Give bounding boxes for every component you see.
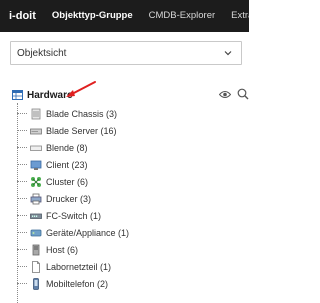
tree-item-label: Mobiltelefon (2)	[46, 278, 109, 289]
tree-item-drucker[interactable]: Drucker (3)	[17, 190, 237, 207]
tree-branch-line	[17, 198, 27, 199]
tree-item-label: Host (6)	[46, 244, 79, 255]
tree-item-label: Labornetzteil (1)	[46, 261, 112, 272]
tree-item-blade-chassis[interactable]: Blade Chassis (3)	[17, 105, 237, 122]
tree-item-label: Cluster (6)	[46, 176, 89, 187]
fc-switch-icon	[30, 213, 42, 219]
tree-item-cluster[interactable]: Cluster (6)	[17, 173, 237, 190]
tab-cmdb-explorer[interactable]: CMDB-Explorer	[149, 0, 216, 32]
tab-extras[interactable]: Extras	[231, 0, 249, 32]
client-icon	[30, 160, 42, 170]
tree-tools	[219, 87, 249, 103]
power-supply-icon	[32, 260, 40, 273]
tree-item-fc-switch[interactable]: FC-Switch (1)	[17, 207, 237, 224]
mobile-phone-icon	[33, 277, 39, 290]
tree-item-label: Geräte/Appliance (1)	[46, 227, 130, 238]
idoit-logo[interactable]: i-doit	[9, 0, 36, 32]
tree-item-mobiltelefon[interactable]: Mobiltelefon (2)	[17, 275, 237, 292]
eye-icon[interactable]	[219, 90, 231, 99]
tree-item-label: FC-Switch (1)	[46, 210, 102, 221]
tree-item-client[interactable]: Client (23)	[17, 156, 237, 173]
tree-item-label: Blade Chassis (3)	[46, 108, 118, 119]
appliance-icon	[30, 229, 42, 236]
search-icon[interactable]	[237, 88, 249, 100]
tree-branch-line	[17, 232, 27, 233]
printer-icon	[30, 193, 42, 204]
tree-branch-line	[17, 147, 27, 148]
cluster-icon	[31, 176, 41, 187]
chevron-down-icon	[224, 51, 232, 56]
tree-item-blende[interactable]: Blende (8)	[17, 139, 237, 156]
annotation-arrow	[66, 81, 96, 97]
tree-item-label: Blade Server (16)	[46, 125, 117, 136]
host-icon	[32, 244, 40, 255]
blade-server-icon	[30, 128, 42, 134]
tree-branch-line	[17, 130, 27, 131]
tree-item-label: Client (23)	[46, 159, 88, 170]
tree-branch-line	[17, 215, 27, 216]
table-icon	[12, 90, 23, 100]
tree-branch-line	[17, 283, 27, 284]
tree-branch-line	[17, 249, 27, 250]
tree-branch-line	[17, 266, 27, 267]
tree-item-label: Blende (8)	[46, 142, 88, 153]
tree-item-host[interactable]: Host (6)	[17, 241, 237, 258]
tree-branch-line	[17, 164, 27, 165]
top-navigation-bar: i-doit Objekttyp-Gruppe CMDB-Explorer Ex…	[0, 0, 249, 32]
tree-item-geraete-appliance[interactable]: Geräte/Appliance (1)	[17, 224, 237, 241]
tab-objekttyp-gruppe[interactable]: Objekttyp-Gruppe	[52, 0, 133, 32]
blade-chassis-icon	[31, 108, 41, 119]
tree-item-label: Drucker (3)	[46, 193, 92, 204]
view-select[interactable]: Objektsicht	[10, 41, 242, 65]
blende-icon	[30, 145, 42, 151]
tree-item-blade-server[interactable]: Blade Server (16)	[17, 122, 237, 139]
tree-item-labornetzteil[interactable]: Labornetzteil (1)	[17, 258, 237, 275]
tree-branch-line	[17, 181, 27, 182]
tree-branch-line	[17, 113, 27, 114]
view-select-value: Objektsicht	[17, 47, 67, 59]
